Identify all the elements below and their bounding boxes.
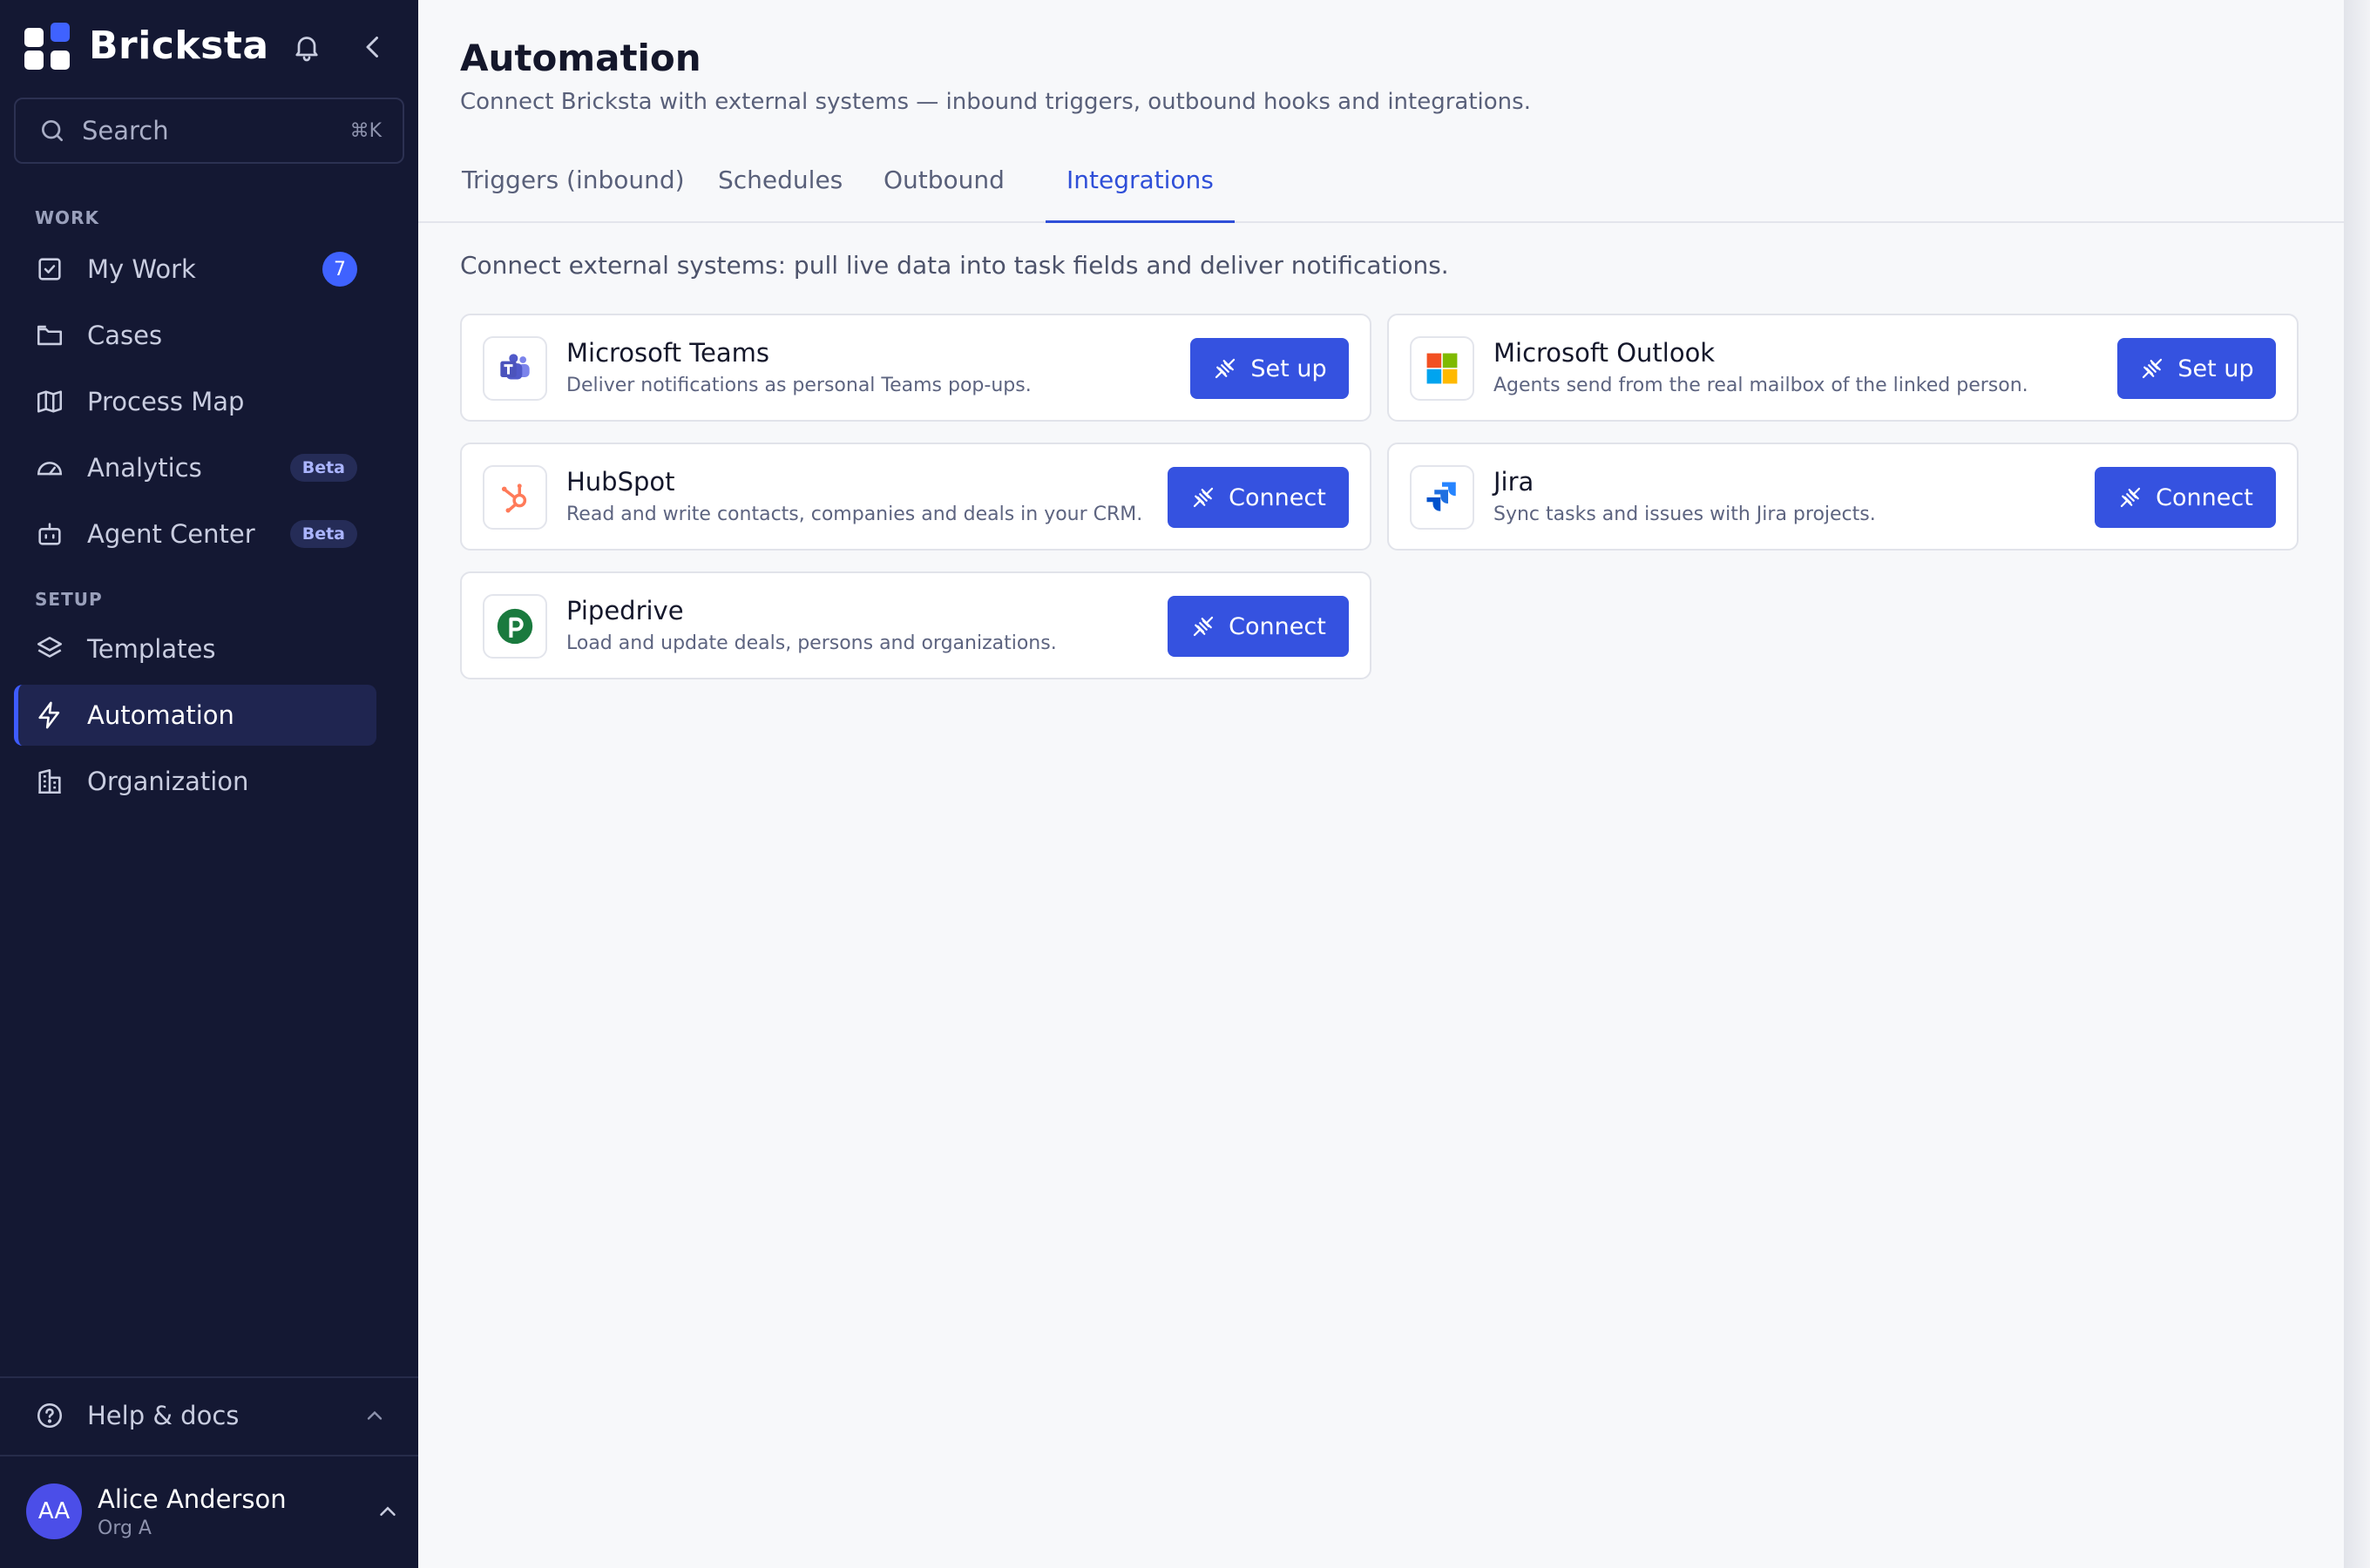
user-name: Alice Anderson [98, 1484, 287, 1514]
beta-badge: Beta [289, 454, 357, 482]
integration-card-hubspot: HubSpot Read and write contacts, compani… [460, 443, 1371, 551]
tab-outbound[interactable]: Outbound [863, 166, 1026, 223]
plug-icon [1194, 487, 1214, 508]
integration-description: Agents send from the real mailbox of the… [1493, 375, 2028, 396]
sidebar-item-label: Automation [87, 700, 234, 730]
gauge-icon [37, 462, 63, 476]
integration-description: Read and write contacts, companies and d… [566, 504, 1143, 525]
button-label: Connect [1229, 612, 1326, 640]
plug-icon [1194, 616, 1214, 637]
help-label: Help & docs [87, 1401, 240, 1430]
set-up-button[interactable]: Set up [1190, 338, 1349, 399]
plug-icon [1215, 358, 1236, 379]
bricksta-logo-icon [24, 23, 70, 70]
set-up-button[interactable]: Set up [2117, 338, 2276, 399]
collapse-sidebar-chevron-icon[interactable] [357, 31, 389, 63]
sidebar-item-organization[interactable]: Organization [14, 751, 376, 812]
sidebar-item-label: My Work [87, 254, 196, 284]
sidebar-item-label: Process Map [87, 387, 245, 416]
integration-description: Load and update deals, persons and organ… [566, 632, 1057, 654]
sidebar: Bricksta Search ⌘K WORK My Work 7 Cases … [0, 0, 418, 1568]
teams-icon [483, 336, 547, 401]
button-label: Connect [1229, 483, 1326, 511]
help-circle-icon [37, 1402, 63, 1429]
layers-icon [37, 636, 63, 658]
search-placeholder: Search [82, 116, 169, 145]
sidebar-item-cases[interactable]: Cases [14, 305, 376, 366]
folder-icon [37, 325, 63, 346]
microsoft-icon [1410, 336, 1474, 401]
integration-card-microsoft-outlook: Microsoft Outlook Agents send from the r… [1387, 314, 2299, 422]
plug-icon [2143, 358, 2163, 379]
sidebar-item-label: Organization [87, 767, 249, 796]
sidebar-item-my-work[interactable]: My Work 7 [14, 239, 376, 300]
sidebar-item-automation[interactable]: Automation [14, 685, 376, 746]
pipedrive-icon [483, 594, 547, 659]
integration-card-pipedrive: Pipedrive Load and update deals, persons… [460, 571, 1371, 679]
integration-name: Pipedrive [566, 596, 684, 625]
chevron-up-icon [380, 1506, 396, 1516]
sidebar-item-analytics[interactable]: Analytics Beta [14, 437, 376, 498]
tab-bar: Triggers (inbound) Schedules Outbound In… [418, 162, 2344, 223]
button-label: Connect [2156, 483, 2253, 511]
main-content: Automation Connect Bricksta with externa… [418, 0, 2344, 1568]
sidebar-item-process-map[interactable]: Process Map [14, 371, 376, 432]
section-label-work: WORK [35, 207, 99, 228]
check-square-icon [38, 258, 61, 280]
window-edge [2344, 0, 2370, 1568]
divider [0, 1376, 418, 1378]
bell-icon[interactable] [291, 31, 322, 63]
bot-icon [38, 523, 61, 545]
jira-icon [1410, 465, 1474, 530]
integration-name: HubSpot [566, 467, 675, 497]
connect-button[interactable]: Connect [1168, 596, 1349, 657]
plug-icon [2121, 487, 2141, 508]
connect-button[interactable]: Connect [2095, 467, 2276, 528]
sidebar-item-label: Cases [87, 321, 163, 350]
avatar: AA [26, 1484, 82, 1539]
integration-card-jira: Jira Sync tasks and issues with Jira pro… [1387, 443, 2299, 551]
tab-triggers-inbound[interactable]: Triggers (inbound) [441, 166, 706, 223]
sidebar-item-label: Agent Center [87, 519, 255, 549]
integration-card-microsoft-teams: Microsoft Teams Deliver notifications as… [460, 314, 1371, 422]
brand-name: Bricksta [89, 23, 269, 68]
integrations-intro: Connect external systems: pull live data… [460, 251, 1449, 280]
hubspot-icon [483, 465, 547, 530]
connect-button[interactable]: Connect [1168, 467, 1349, 528]
integration-description: Sync tasks and issues with Jira projects… [1493, 504, 1876, 525]
search-input[interactable]: Search ⌘K [14, 98, 404, 164]
chevron-up-icon [367, 1410, 383, 1420]
tab-schedules[interactable]: Schedules [697, 166, 863, 223]
brand[interactable]: Bricksta [24, 23, 269, 70]
button-label: Set up [1250, 355, 1327, 382]
user-org: Org A [98, 1517, 152, 1539]
building-icon [38, 768, 61, 794]
map-icon [37, 390, 63, 413]
search-shortcut: ⌘K [349, 119, 382, 142]
sidebar-item-label: Analytics [87, 453, 202, 483]
count-badge: 7 [322, 252, 357, 287]
search-icon [42, 120, 63, 141]
sidebar-item-templates[interactable]: Templates [14, 618, 376, 679]
section-label-setup: SETUP [35, 589, 103, 610]
divider [0, 1455, 418, 1456]
sidebar-item-agent-center[interactable]: Agent Center Beta [14, 504, 376, 564]
help-docs-button[interactable]: Help & docs [14, 1385, 404, 1446]
sidebar-item-label: Templates [87, 634, 216, 664]
integration-description: Deliver notifications as personal Teams … [566, 375, 1032, 396]
integration-name: Microsoft Teams [566, 338, 769, 368]
integration-name: Microsoft Outlook [1493, 338, 1716, 368]
user-menu[interactable]: AA Alice Anderson Org A [26, 1481, 401, 1542]
bolt-icon [38, 701, 60, 729]
page-subtitle: Connect Bricksta with external systems —… [460, 89, 1531, 115]
integration-name: Jira [1493, 467, 1534, 497]
beta-badge: Beta [289, 520, 357, 548]
page-title: Automation [460, 37, 701, 79]
button-label: Set up [2177, 355, 2254, 382]
tab-integrations[interactable]: Integrations [1046, 166, 1235, 223]
